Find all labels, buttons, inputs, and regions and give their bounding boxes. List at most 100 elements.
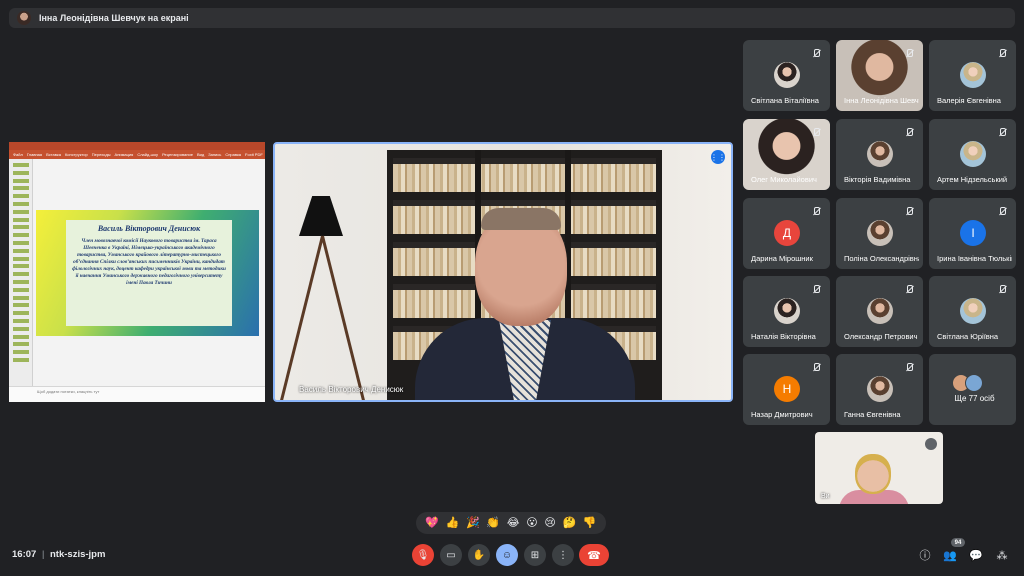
info-icon: ⓘ [919, 550, 931, 562]
meeting-details-button[interactable]: ⓘ [917, 547, 933, 563]
audio-indicator-icon: ⋮⋮ [710, 150, 726, 164]
reaction-emoji[interactable]: 👎 [583, 517, 597, 529]
participant-tile[interactable]: Світлана Юріївна [929, 276, 1016, 347]
slide-thumbnail [13, 295, 29, 300]
participant-avatar: І [960, 220, 986, 246]
participant-avatar: Д [774, 220, 800, 246]
participant-avatar [960, 62, 986, 88]
self-view-tile[interactable]: Ви [815, 432, 943, 504]
reaction-emoji[interactable]: 😂 [507, 517, 520, 529]
mic-off-icon [905, 284, 915, 294]
speaker-name: Василь Вікторович Денисюк [299, 385, 404, 394]
participant-tile[interactable]: Вікторія Вадимівна [836, 119, 923, 190]
reaction-emoji[interactable]: 😮 [526, 517, 537, 529]
participant-tile[interactable]: І Ірина Іванівна Тюлькіна [929, 198, 1016, 269]
hand-icon: ✋ [472, 549, 486, 561]
ribbon-tab: Слайд-шоу [137, 152, 159, 157]
reaction-emoji[interactable]: 💖 [425, 517, 439, 529]
reactions-button[interactable]: ☺ [496, 544, 518, 566]
participant-tile[interactable]: Д Дарина Мірошник [743, 198, 830, 269]
notes-pane: Щоб додати нотатки, клацніть тут [9, 386, 265, 402]
presenting-banner: Інна Леонідівна Шевчук на екрані [9, 8, 1015, 28]
participant-name: Назар Дмитрович [751, 410, 813, 419]
more-options-button[interactable]: ⋮ [552, 544, 574, 566]
present-screen-button[interactable]: ⊞ [524, 544, 546, 566]
mic-off-icon: 🎙 [416, 549, 430, 561]
participant-avatar [960, 298, 986, 324]
slide-thumbnail [13, 272, 29, 277]
participant-tile[interactable]: Н Назар Дмитрович [743, 354, 830, 425]
clock: 16:07 [12, 549, 37, 560]
speaker-video [415, 208, 635, 400]
slide-thumbnail [13, 217, 29, 222]
leave-call-button[interactable]: ☎ [579, 544, 609, 566]
participant-avatar [867, 141, 893, 167]
participant-name: Інна Леонідівна Шевчук [844, 96, 919, 105]
mic-off-icon [905, 48, 915, 58]
reaction-emoji[interactable]: 🤔 [563, 517, 577, 529]
chat-button[interactable]: 💬 [968, 547, 984, 563]
reaction-emoji[interactable]: 👍 [446, 517, 460, 529]
participant-tile[interactable]: Олег Миколайович [743, 119, 830, 190]
participant-tile[interactable]: Наталія Вікторівна [743, 276, 830, 347]
people-button[interactable]: 👥 [942, 547, 958, 563]
mic-off-icon [998, 48, 1008, 58]
slide-thumbnail [13, 163, 29, 167]
participant-tile[interactable]: Інна Леонідівна Шевчук [836, 40, 923, 111]
ribbon-tab: Вставка [46, 152, 61, 157]
slide-card: Василь Вікторович Денисюк Член мовознавч… [66, 220, 232, 326]
mic-off-icon [812, 127, 822, 137]
slide-thumbnail [13, 319, 29, 323]
slide-thumbnail [13, 350, 29, 355]
shared-screen-presentation[interactable]: Файл Главная Вставка Конструктор Переходы Ани… [9, 142, 265, 402]
speaker-tile[interactable]: ⋮⋮ Василь Вікторович Денисюк [273, 142, 733, 402]
slide-thumbnail [13, 202, 29, 206]
reaction-emoji[interactable]: 😢 [544, 517, 555, 529]
mic-off-icon [812, 362, 822, 372]
slide-thumbnail [13, 358, 29, 362]
participant-tile[interactable]: Світлана Віталіївна [743, 40, 830, 111]
mic-off-icon [998, 127, 1008, 137]
presenting-banner-text: Інна Леонідівна Шевчук на екрані [39, 13, 189, 23]
participant-name: Артем Нідзельський [937, 175, 1008, 184]
ribbon-tab: Рецензирование [162, 152, 193, 157]
reaction-emoji[interactable]: 🎉 [466, 517, 480, 529]
participant-tile[interactable]: Артем Нідзельський [929, 119, 1016, 190]
people-icon: 👥 [943, 549, 957, 562]
slide-thumbnails [9, 159, 33, 386]
mic-toggle-button[interactable]: 🎙 [412, 544, 434, 566]
participant-name: Ганна Євгенівна [844, 410, 901, 419]
reaction-emoji[interactable]: 👏 [486, 517, 500, 529]
camera-toggle-button[interactable]: ▭ [440, 544, 462, 566]
participant-tile[interactable]: Ганна Євгенівна [836, 354, 923, 425]
ribbon-tab: Переходы [91, 152, 111, 157]
separator: | [42, 549, 45, 559]
participant-tile[interactable]: Ще 77 осіб [929, 354, 1016, 425]
mic-off-icon [905, 127, 915, 137]
ribbon-tab: Конструктор [64, 152, 88, 157]
self-view-name: Ви [821, 493, 830, 500]
participant-tile[interactable]: Поліна Олександрівна [836, 198, 923, 269]
slide-thumbnail [13, 342, 29, 347]
mic-off-icon [812, 48, 822, 58]
participant-name: Світлана Юріївна [937, 332, 999, 341]
participant-name: Світлана Віталіївна [751, 96, 819, 105]
ribbon-tab: Запись [208, 152, 222, 157]
meeting-code: ntk-szis-jpm [50, 549, 106, 560]
slide-thumbnail [13, 287, 29, 292]
powerpoint-titlebar [9, 142, 265, 150]
participant-tile[interactable]: Валерія Євгенівна [929, 40, 1016, 111]
participant-avatar [867, 220, 893, 246]
participant-name: Ірина Іванівна Тюлькіна [937, 254, 1012, 263]
chat-icon: 💬 [969, 549, 983, 562]
hangup-icon: ☎ [587, 549, 601, 562]
activities-button[interactable]: ⁂ [994, 547, 1010, 563]
raise-hand-button[interactable]: ✋ [468, 544, 490, 566]
participant-avatar [867, 376, 893, 402]
participant-avatar [774, 62, 800, 88]
participant-tile[interactable]: Олександр Петрович [836, 276, 923, 347]
slide-thumbnail [13, 194, 29, 199]
participant-avatar [960, 141, 986, 167]
ribbon-tab: Анимация [114, 152, 134, 157]
participant-name: Валерія Євгенівна [937, 96, 1001, 105]
